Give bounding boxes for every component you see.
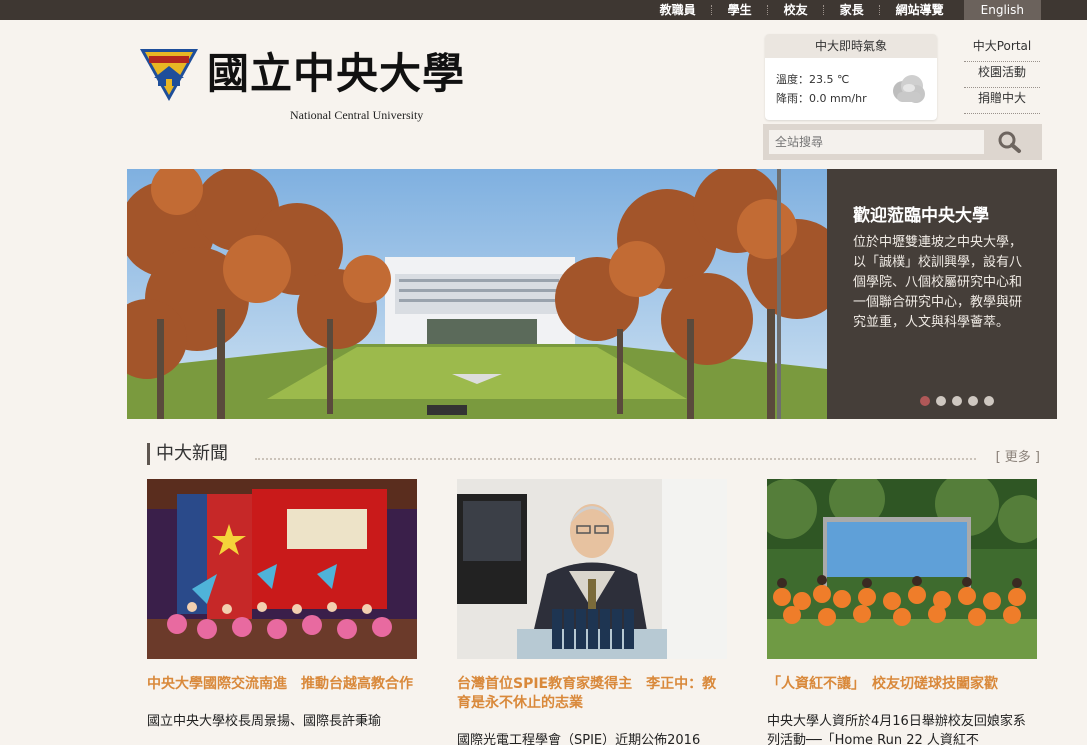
language-english-link[interactable]: English: [963, 0, 1041, 20]
news-image-spie-award[interactable]: [457, 479, 727, 659]
logo-chinese-name: 國立中央大學: [207, 49, 466, 98]
news-section-title: 中大新聞: [147, 443, 228, 465]
weather-title: 中大即時氣象: [765, 34, 937, 58]
top-nav-staff[interactable]: 教職員: [644, 0, 712, 20]
top-nav-alumni[interactable]: 校友: [768, 0, 824, 20]
news-image-alumni-game[interactable]: [767, 479, 1037, 659]
quick-links: 中大Portal 校園活動 捐贈中大: [964, 36, 1040, 114]
slide-dot-4[interactable]: [968, 396, 978, 406]
cloudy-weather-icon: [893, 75, 925, 103]
top-bar: 教職員 學生 校友 家長 網站導覽 English: [0, 0, 1087, 20]
campus-photo-image: [127, 169, 827, 419]
quick-link-campus-events[interactable]: 校園活動: [964, 62, 1040, 88]
weather-widget: 中大即時氣象 溫度：23.5 ℃ 降雨：0.0 mm/hr: [765, 34, 937, 120]
rainfall-label: 降雨：: [776, 92, 809, 105]
top-nav: 教職員 學生 校友 家長 網站導覽 English: [644, 0, 1041, 20]
weather-rainfall: 降雨：0.0 mm/hr: [776, 90, 867, 106]
news-title-link[interactable]: 「人資紅不讓」 校友切磋球技闔家歡: [767, 675, 1037, 694]
slide-dot-3[interactable]: [952, 396, 962, 406]
banner-title: 歡迎蒞臨中央大學: [853, 206, 989, 226]
news-photo-professor: [457, 479, 727, 659]
news-photo-stage: [147, 479, 417, 659]
temperature-label: 溫度：: [776, 73, 809, 86]
slide-dot-5[interactable]: [984, 396, 994, 406]
top-nav-sitemap[interactable]: 網站導覽: [880, 0, 960, 20]
search-icon: [998, 131, 1021, 153]
weather-temperature: 溫度：23.5 ℃: [776, 71, 849, 87]
hero-banner: 歡迎蒞臨中央大學 位於中壢雙連坡之中央大學，以「誠樸」校訓興學，設有八個學院、八…: [127, 169, 1057, 419]
quick-link-portal[interactable]: 中大Portal: [964, 36, 1040, 62]
campus-photo: [127, 169, 827, 419]
news-summary: 國際光電工程學會（SPIE）近期公佈2016: [457, 733, 701, 745]
news-photo-group: [767, 479, 1037, 659]
quick-link-donate[interactable]: 捐贈中大: [964, 88, 1040, 114]
rainfall-value: 0.0 mm/hr: [809, 92, 867, 105]
slide-indicators: [920, 396, 1000, 406]
news-more-link[interactable]: [ 更多 ]: [996, 446, 1040, 465]
news-card[interactable]: 「人資紅不讓」 校友切磋球技闔家歡 中央大學人資所於4月16日舉辦校友回娘家系列…: [767, 479, 1037, 745]
banner-description: 位於中壢雙連坡之中央大學，以「誠樸」校訓興學，設有八個學院、八個校屬研究中心和一…: [853, 235, 1023, 330]
news-title-link[interactable]: 中央大學國際交流南進 推動台越高教合作: [147, 675, 417, 694]
news-image-exchange[interactable]: [147, 479, 417, 659]
slide-dot-1[interactable]: [920, 396, 930, 406]
site-search: [763, 124, 1042, 160]
search-input[interactable]: [769, 130, 984, 154]
university-emblem-icon: [140, 49, 198, 101]
news-card[interactable]: 中央大學國際交流南進 推動台越高教合作 國立中央大學校長周景揚、國際長許秉瑜: [147, 479, 417, 731]
news-section-header: 中大新聞 [ 更多 ]: [147, 443, 1040, 469]
banner-caption-panel: 歡迎蒞臨中央大學 位於中壢雙連坡之中央大學，以「誠樸」校訓興學，設有八個學院、八…: [827, 169, 1057, 419]
news-card[interactable]: 台灣首位SPIE教育家獎得主 李正中：教育是永不休止的志業 國際光電工程學會（S…: [457, 479, 727, 745]
top-nav-parents[interactable]: 家長: [824, 0, 880, 20]
news-summary: 中央大學人資所於4月16日舉辦校友回娘家系列活動──「Home Run 22 人…: [767, 714, 1026, 745]
logo-english-name: National Central University: [290, 108, 424, 122]
temperature-value: 23.5 ℃: [809, 73, 850, 86]
news-summary: 國立中央大學校長周景揚、國際長許秉瑜: [147, 714, 382, 729]
news-title-link[interactable]: 台灣首位SPIE教育家獎得主 李正中：教育是永不休止的志業: [457, 675, 727, 713]
news-header-divider: [255, 458, 976, 460]
search-button[interactable]: [993, 129, 1027, 155]
slide-dot-2[interactable]: [936, 396, 946, 406]
top-nav-students[interactable]: 學生: [712, 0, 768, 20]
